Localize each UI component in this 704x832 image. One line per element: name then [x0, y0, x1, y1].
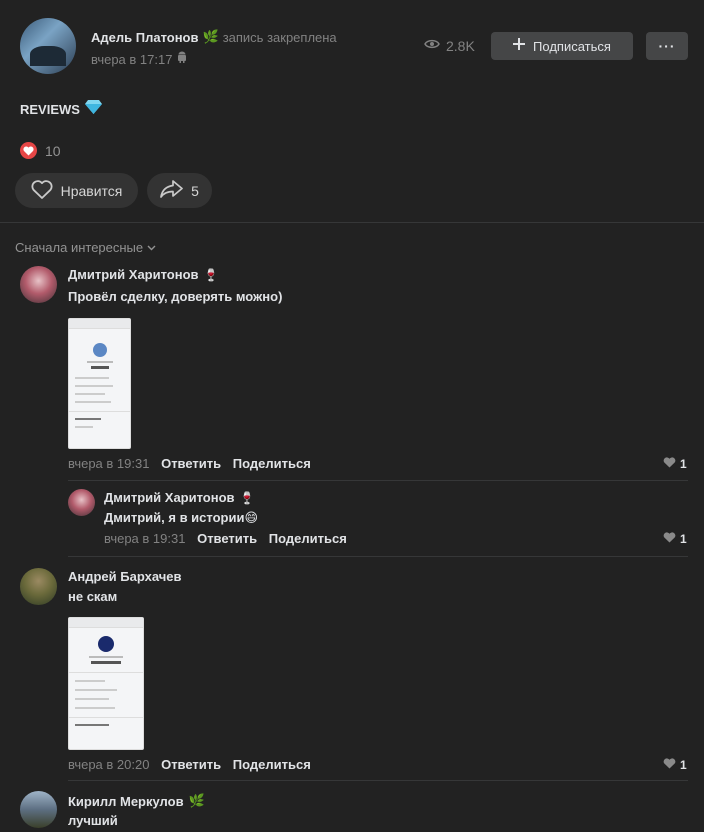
heart-outline-icon [31, 179, 53, 202]
like-button[interactable]: Нравится [15, 173, 138, 208]
post-text: REVIEWS [20, 101, 80, 117]
leaf-icon: 🌿 [202, 29, 219, 44]
comment-like-count: 1 [680, 457, 687, 471]
plus-icon [513, 37, 526, 55]
comment-like-count: 1 [680, 758, 687, 772]
comment-author-avatar[interactable] [20, 568, 57, 605]
views-eye-icon [424, 37, 440, 55]
comment-author-name[interactable]: Кирилл Меркулов [68, 794, 184, 809]
comment-text: лучший [68, 813, 118, 828]
comment-divider [68, 480, 688, 481]
comment-divider [68, 780, 688, 781]
comment-image-attachment[interactable] [68, 318, 131, 449]
android-icon [177, 50, 187, 68]
comment-like-count: 1 [680, 532, 687, 546]
subscribe-button[interactable]: Подписаться [491, 32, 633, 60]
comment-author-name[interactable]: Андрей Бархачев [68, 569, 182, 584]
comments-sort-label: Сначала интересные [15, 239, 144, 255]
share-comment-button[interactable]: Поделиться [269, 531, 347, 546]
comment-like-button[interactable]: 1 [663, 758, 687, 772]
heart-small-icon [663, 457, 676, 471]
post-divider [0, 222, 704, 223]
post-time[interactable]: вчера в 17:17 [91, 52, 172, 67]
subscribe-label: Подписаться [533, 38, 611, 54]
post-author-name[interactable]: Адель Платонов [91, 30, 199, 45]
comment-like-button[interactable]: 1 [663, 532, 687, 546]
comment-image-attachment[interactable] [68, 617, 144, 750]
comment-author-avatar[interactable] [20, 791, 57, 828]
heart-small-icon [663, 532, 676, 546]
heart-small-icon [663, 758, 676, 772]
comment-author-avatar[interactable] [20, 266, 57, 303]
comments-sort-dropdown[interactable]: Сначала интересные [15, 238, 156, 256]
reactions-count: 10 [45, 142, 61, 159]
chevron-down-icon [147, 238, 156, 256]
reply-button[interactable]: Ответить [161, 757, 221, 772]
wine-glass-icon: 🍷 [203, 267, 219, 282]
reply-button[interactable]: Ответить [197, 531, 257, 546]
share-comment-button[interactable]: Поделиться [233, 456, 311, 471]
reply-text: Дмитрий, я в истории😄 [104, 510, 259, 525]
wine-glass-icon: 🍷 [239, 490, 255, 505]
comment-divider [68, 556, 688, 557]
comment-time[interactable]: вчера в 20:20 [68, 757, 149, 772]
reply-button[interactable]: Ответить [161, 456, 221, 471]
heart-reaction-icon[interactable] [20, 142, 37, 159]
reply-author-avatar[interactable] [68, 489, 95, 516]
comment-author-name[interactable]: Дмитрий Харитонов [68, 267, 199, 282]
reply-author-name[interactable]: Дмитрий Харитонов [104, 490, 235, 505]
comment-text: Провёл сделку, доверять можно) [68, 289, 283, 304]
post-author-avatar[interactable] [20, 18, 76, 74]
reply-time[interactable]: вчера в 19:31 [104, 531, 185, 546]
share-button[interactable]: 5 [147, 173, 212, 208]
comment-text: не скам [68, 589, 118, 604]
leaf-icon: 🌿 [188, 793, 205, 808]
share-arrow-icon [160, 180, 183, 201]
share-count: 5 [191, 182, 199, 199]
more-dots-icon: ··· [658, 38, 676, 54]
share-comment-button[interactable]: Поделиться [233, 757, 311, 772]
views-count: 2.8K [446, 38, 475, 54]
like-label: Нравится [60, 182, 123, 199]
more-options-button[interactable]: ··· [646, 32, 688, 60]
comment-like-button[interactable]: 1 [663, 457, 687, 471]
comment-time[interactable]: вчера в 19:31 [68, 456, 149, 471]
pinned-label: запись закреплена [222, 29, 337, 45]
diamond-icon [84, 99, 102, 119]
